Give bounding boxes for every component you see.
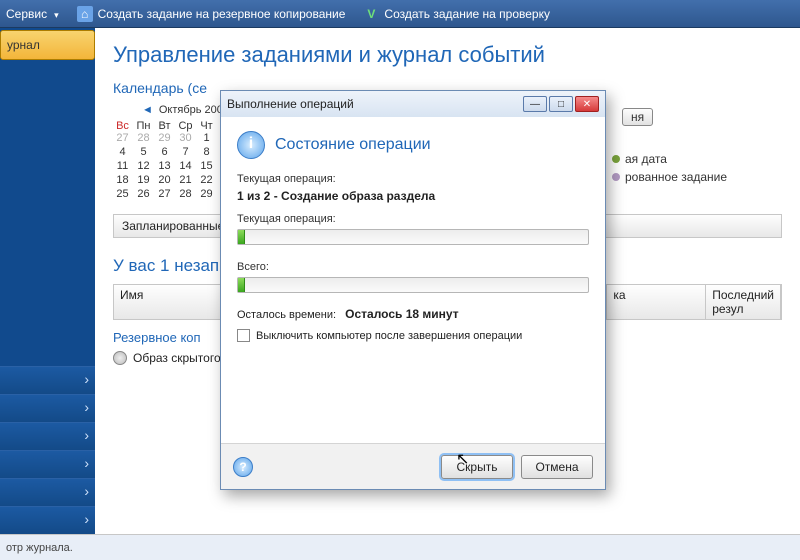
shutdown-checkbox-label: Выключить компьютер после завершения опе… [256,330,522,342]
dialog-body: Состояние операции Текущая операция: 1 и… [221,117,605,443]
calendar-day[interactable]: 13 [155,160,174,172]
menu-service-label: Сервис [6,7,47,21]
time-remaining-value: Осталось 18 минут [345,307,458,321]
calendar-day[interactable]: 22 [197,174,216,186]
create-check-task-button[interactable]: V Создать задание на проверку [363,6,550,22]
create-check-label: Создать задание на проверку [384,7,550,21]
help-icon[interactable]: ? [233,457,253,477]
calendar-day[interactable]: 29 [155,132,174,144]
meta-line-1: ая дата [625,152,667,166]
calendar-prev-month[interactable]: ◄ [142,104,153,116]
status-text: отр журнала. [6,542,73,554]
sidebar-item-journal-label: урнал [7,38,40,52]
sidebar-collapsed-item[interactable] [0,478,95,506]
dow: Чт [197,120,216,132]
calendar-day[interactable]: 20 [155,174,174,186]
sidebar-collapsed-item[interactable] [0,450,95,478]
today-button[interactable]: ня [622,108,653,126]
sidebar-collapsed-item[interactable] [0,422,95,450]
chevron-down-icon [52,7,59,21]
calendar-day[interactable]: 5 [134,146,153,158]
progress-current [237,229,589,245]
create-backup-task-button[interactable]: ⌂ Создать задание на резервное копирован… [77,6,346,22]
calendar-day[interactable]: 26 [134,188,153,200]
close-button[interactable]: ✕ [575,96,599,112]
top-toolbar: Сервис ⌂ Создать задание на резервное ко… [0,0,800,28]
status-dot-icon [612,155,620,163]
status-bar: отр журнала. [0,534,800,560]
dialog-footer: ? Скрыть Отмена [221,443,605,489]
dow: Вс [113,120,132,132]
calendar-day[interactable]: 30 [176,132,195,144]
info-icon [237,131,265,159]
progress-current-label: Текущая операция: [237,213,589,225]
sidebar-collapsed-item[interactable] [0,366,95,394]
calendar-day[interactable]: 19 [134,174,153,186]
time-remaining: Осталось времени: Осталось 18 минут [237,307,589,321]
calendar-day[interactable]: 27 [155,188,174,200]
sidebar: урнал [0,28,95,534]
task-row-label: Образ скрытого [133,351,221,365]
sidebar-collapsed-item[interactable] [0,394,95,422]
page-title: Управление заданиями и журнал событий [113,42,782,68]
current-op-value: 1 из 2 - Создание образа раздела [237,189,589,203]
col-result[interactable]: Последний резул [706,285,781,319]
calendar-day[interactable]: 29 [197,188,216,200]
calendar-day[interactable]: 7 [176,146,195,158]
hide-button[interactable]: Скрыть [441,455,513,479]
dialog-title: Выполнение операций [227,97,523,111]
dialog-titlebar[interactable]: Выполнение операций — □ ✕ [221,91,605,117]
calendar-day[interactable]: 12 [134,160,153,172]
check-icon: V [363,6,379,22]
shutdown-checkbox-row[interactable]: Выключить компьютер после завершения опе… [237,329,589,342]
sidebar-item-journal[interactable]: урнал [0,30,95,60]
progress-total [237,277,589,293]
calendar-day[interactable]: 6 [155,146,174,158]
calendar-day[interactable]: 21 [176,174,195,186]
calendar-day[interactable]: 18 [113,174,132,186]
calendar-day[interactable]: 15 [197,160,216,172]
minimize-button[interactable]: — [523,96,547,112]
dow: Вт [155,120,174,132]
calendar-day[interactable]: 28 [176,188,195,200]
backup-icon: ⌂ [77,6,93,22]
create-backup-label: Создать задание на резервное копирование [98,7,346,21]
calendar-day[interactable]: 25 [113,188,132,200]
calendar-day[interactable]: 1 [197,132,216,144]
calendar-month-label: Октябрь 2009 [159,104,229,116]
time-remaining-label: Осталось времени: [237,309,336,321]
calendar-day[interactable]: 28 [134,132,153,144]
disk-icon [113,351,127,365]
maximize-button[interactable]: □ [549,96,573,112]
menu-service[interactable]: Сервис [6,7,59,21]
calendar-day[interactable]: 4 [113,146,132,158]
shutdown-checkbox[interactable] [237,329,250,342]
col-ka[interactable]: ка [607,285,706,319]
dialog-heading: Состояние операции [275,136,431,154]
dow: Ср [176,120,195,132]
calendar-day[interactable]: 14 [176,160,195,172]
calendar-day[interactable]: 8 [197,146,216,158]
sidebar-collapsed-item[interactable] [0,506,95,534]
dow: Пн [134,120,153,132]
current-op-label: Текущая операция: [237,173,589,185]
operations-dialog: Выполнение операций — □ ✕ Состояние опер… [220,90,606,490]
progress-total-label: Всего: [237,261,589,273]
calendar-day[interactable]: 27 [113,132,132,144]
calendar-day[interactable]: 11 [113,160,132,172]
meta-line-2: рованное задание [625,170,727,184]
status-dot-icon [612,173,620,181]
cancel-button[interactable]: Отмена [521,455,593,479]
